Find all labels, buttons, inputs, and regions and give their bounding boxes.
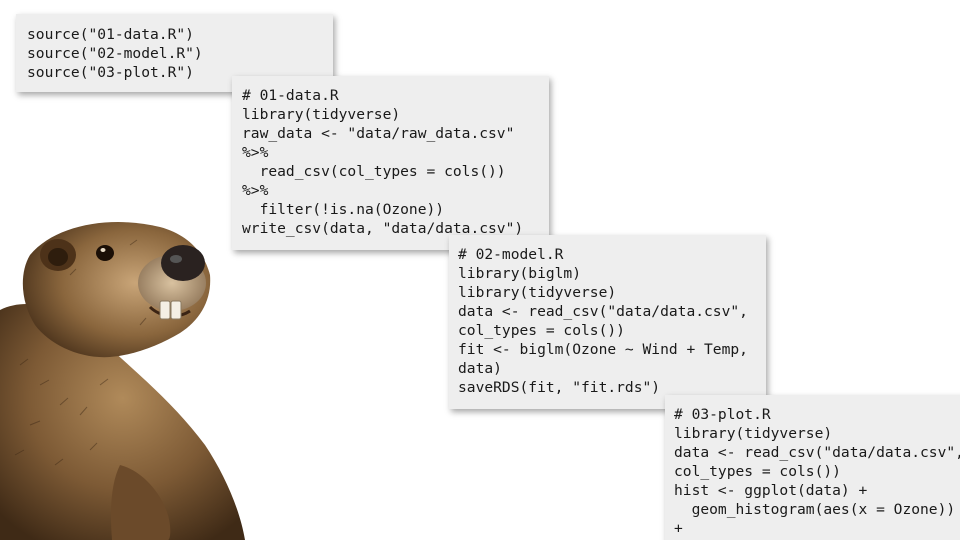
code-line: geom_histogram(aes(x = Ozone)) [674,501,956,518]
code-line: # 03-plot.R [674,406,771,423]
code-card-03-plot: # 03-plot.R library(tidyverse) data <- r… [665,395,960,540]
code-line: %>% [242,182,269,199]
code-line: raw_data <- "data/raw_data.csv" [242,125,515,142]
code-line: source("03-plot.R") [27,64,194,81]
code-line: hist <- ggplot(data) + [674,482,868,499]
code-line: # 02-model.R [458,246,564,263]
groundhog-eye [96,245,114,261]
code-line: library(tidyverse) [458,284,617,301]
code-line: source("01-data.R") [27,26,194,43]
code-line: read_csv(col_types = cols()) [242,163,506,180]
code-line: library(tidyverse) [674,425,833,442]
code-line: library(biglm) [458,265,582,282]
code-line: fit <- biglm(Ozone ~ Wind + Temp, [458,341,748,358]
code-line: library(tidyverse) [242,106,401,123]
code-line: + [674,520,683,537]
code-line: %>% [242,144,269,161]
code-line: data <- read_csv("data/data.csv", [674,444,960,461]
code-line: saveRDS(fit, "fit.rds") [458,379,661,396]
code-line: col_types = cols()) [674,463,841,480]
code-line: filter(!is.na(Ozone)) [242,201,445,218]
code-card-02-model: # 02-model.R library(biglm) library(tidy… [449,235,766,409]
groundhog-teeth [159,300,171,320]
groundhog-image [0,222,245,540]
code-line: # 01-data.R [242,87,339,104]
code-card-01-data: # 01-data.R library(tidyverse) raw_data … [232,76,549,250]
code-line: data <- read_csv("data/data.csv", [458,303,748,320]
code-line: col_types = cols()) [458,322,625,339]
code-line: data) [458,360,502,377]
code-line: source("02-model.R") [27,45,203,62]
groundhog-nose [161,245,205,281]
